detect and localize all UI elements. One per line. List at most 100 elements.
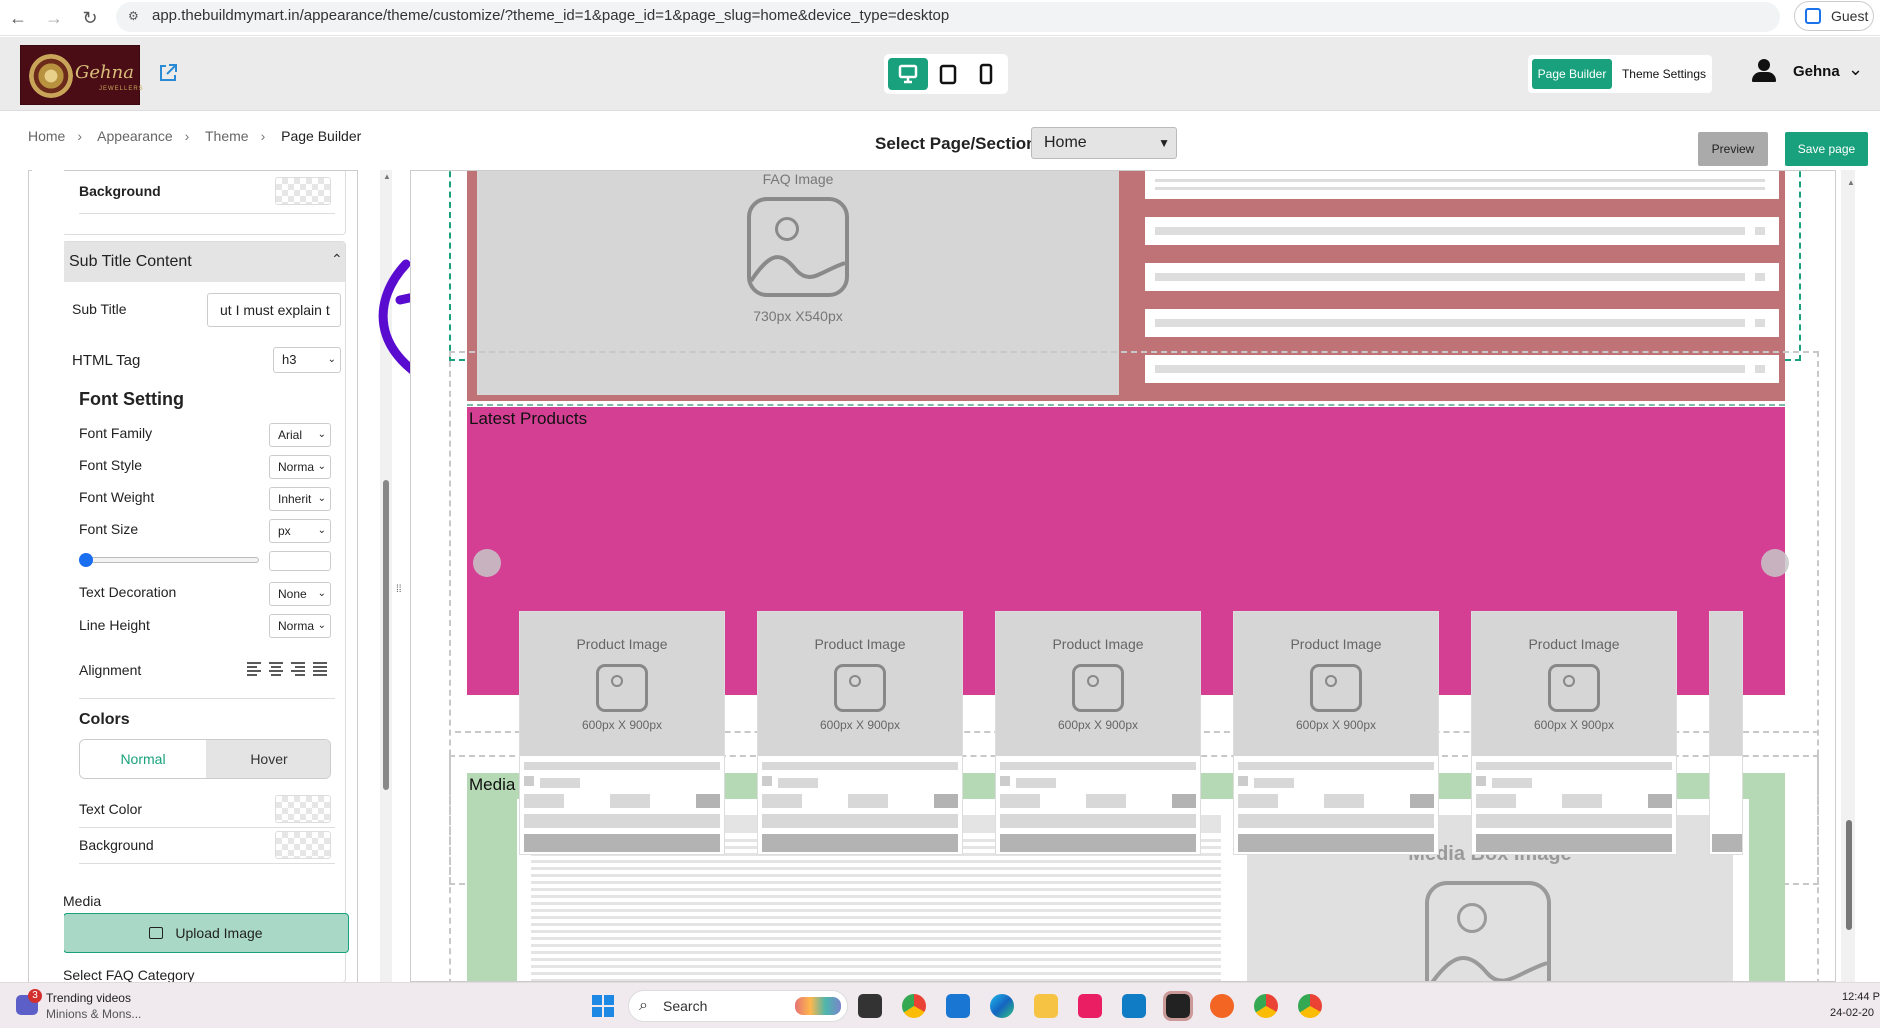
price-bar (1562, 794, 1602, 808)
resize-handle-icon[interactable]: ⁞⁞ (396, 584, 402, 595)
save-page-button[interactable]: Save page (1785, 132, 1868, 166)
site-info-icon[interactable]: ⚙ (128, 9, 142, 23)
user-name[interactable]: Gehna (1793, 63, 1840, 80)
external-link-icon[interactable] (158, 63, 178, 83)
text-decoration-select[interactable]: None ⌄ (269, 582, 331, 606)
scroll-up-icon[interactable]: ▲ (383, 172, 391, 181)
product-card[interactable]: Product Image 600px X 900px (519, 611, 725, 855)
chevron-down-icon: ⌄ (327, 354, 336, 365)
preview-button[interactable]: Preview (1698, 132, 1768, 166)
terminal-icon[interactable] (1163, 991, 1193, 1021)
font-weight-value: Inherit (278, 492, 312, 506)
price-bar (524, 794, 564, 808)
clock-time[interactable]: 12:44 P (1842, 991, 1880, 1003)
vscode-icon[interactable] (946, 994, 970, 1018)
postman-icon[interactable] (1210, 994, 1234, 1018)
chrome-icon[interactable] (902, 994, 926, 1018)
panel-scroll-thumb[interactable] (383, 480, 389, 790)
price-bar (1238, 794, 1278, 808)
edge-icon[interactable] (990, 994, 1014, 1018)
price-bar (610, 794, 650, 808)
star-icon (524, 776, 534, 786)
page-select[interactable]: Home ▼ (1031, 127, 1177, 159)
page-builder-button[interactable]: Page Builder (1532, 59, 1612, 89)
chevron-right-icon: › (260, 128, 266, 144)
price-bar (1086, 794, 1126, 808)
price-bar (1324, 794, 1364, 808)
line-height-select[interactable]: Norma ⌄ (269, 614, 331, 638)
notepad-icon[interactable] (1122, 994, 1146, 1018)
add-to-cart-bar (1000, 834, 1196, 852)
user-icon[interactable] (1752, 59, 1776, 85)
product-card-partial[interactable] (1709, 611, 1743, 855)
product-card[interactable]: Product Image 600px X 900px (1233, 611, 1439, 855)
windows-start-icon[interactable] (592, 995, 614, 1017)
font-setting-title: Font Setting (79, 389, 184, 409)
reload-icon[interactable]: ↻ (78, 6, 102, 30)
line-height-value: Norma (278, 619, 315, 633)
breadcrumb-appearance[interactable]: Appearance (97, 128, 173, 144)
app-header: Gehna JEWELLERS Page Builder Theme Setti… (0, 37, 1880, 111)
carousel-next-button[interactable] (1761, 549, 1789, 577)
font-weight-label: Font Weight (79, 489, 155, 505)
desktop-view-button[interactable] (888, 58, 928, 90)
chrome-icon[interactable] (1298, 994, 1322, 1018)
tablet-view-button[interactable] (928, 58, 968, 90)
back-icon[interactable]: ← (6, 6, 30, 30)
font-size-unit-select[interactable]: px ⌄ (269, 519, 331, 543)
product-card[interactable]: Product Image 600px X 900px (1471, 611, 1677, 855)
panel-gutter (32, 170, 64, 982)
tab-hover[interactable]: Hover (206, 740, 330, 778)
option-bar (1238, 814, 1434, 828)
font-style-select[interactable]: Norma ⌄ (269, 455, 331, 479)
background-color-swatch[interactable] (275, 177, 331, 205)
text-color-swatch[interactable] (275, 795, 331, 823)
align-justify-icon[interactable] (311, 659, 331, 681)
breadcrumb-home[interactable]: Home (28, 128, 65, 144)
forward-icon[interactable]: → (42, 6, 66, 30)
rating-bar (778, 778, 818, 788)
font-size-input[interactable] (269, 551, 331, 571)
upload-image-button[interactable]: Upload Image (63, 913, 349, 953)
mobile-view-button[interactable] (966, 58, 1006, 90)
subtitle-input[interactable]: ut I must explain t (207, 293, 341, 327)
scroll-up-icon[interactable]: ▲ (1847, 178, 1855, 187)
chevron-down-icon[interactable]: ⌄ (1848, 59, 1863, 80)
align-right-icon[interactable] (289, 659, 309, 681)
faq-item[interactable] (1145, 171, 1779, 199)
font-weight-select[interactable]: Inherit ⌄ (269, 487, 331, 511)
canvas-scroll-thumb[interactable] (1846, 820, 1852, 930)
snipping-tool-icon[interactable] (1078, 994, 1102, 1018)
carousel-prev-button[interactable] (473, 549, 501, 577)
file-explorer-icon[interactable] (1034, 994, 1058, 1018)
profile-button[interactable]: Guest (1794, 1, 1874, 31)
search-highlight-icon (795, 997, 841, 1015)
product-card[interactable]: Product Image 600px X 900px (757, 611, 963, 855)
font-family-select[interactable]: Arial ⌄ (269, 423, 331, 447)
background-color-swatch-2[interactable] (275, 831, 331, 859)
faq-image-size: 730px X540px (753, 308, 843, 324)
breadcrumb-theme[interactable]: Theme (205, 128, 249, 144)
image-placeholder-icon (1425, 881, 1551, 981)
profile-icon (1805, 8, 1821, 24)
news-title[interactable]: Trending videos (46, 991, 131, 1005)
font-size-unit-value: px (278, 524, 291, 538)
font-size-slider[interactable] (83, 557, 259, 563)
align-left-icon[interactable] (245, 659, 265, 681)
background-color-label: Background (79, 837, 154, 853)
font-style-label: Font Style (79, 457, 143, 473)
product-card[interactable]: Product Image 600px X 900px (995, 611, 1201, 855)
cart-bar (1648, 794, 1672, 808)
tab-normal[interactable]: Normal (80, 740, 206, 778)
chrome-icon[interactable] (1254, 994, 1278, 1018)
task-view-icon[interactable] (858, 994, 882, 1018)
chevron-up-icon[interactable]: ⌃ (331, 251, 343, 268)
align-center-icon[interactable] (267, 659, 287, 681)
taskbar-search[interactable]: ⌕ Search (628, 990, 848, 1022)
media-label: Media (63, 893, 102, 909)
font-size-slider-handle[interactable] (79, 553, 93, 567)
logo[interactable]: Gehna JEWELLERS (20, 45, 143, 105)
theme-settings-button[interactable]: Theme Settings (1618, 59, 1710, 89)
html-tag-select[interactable]: h3 ⌄ (273, 347, 341, 373)
product-image-size: 600px X 900px (581, 718, 663, 732)
